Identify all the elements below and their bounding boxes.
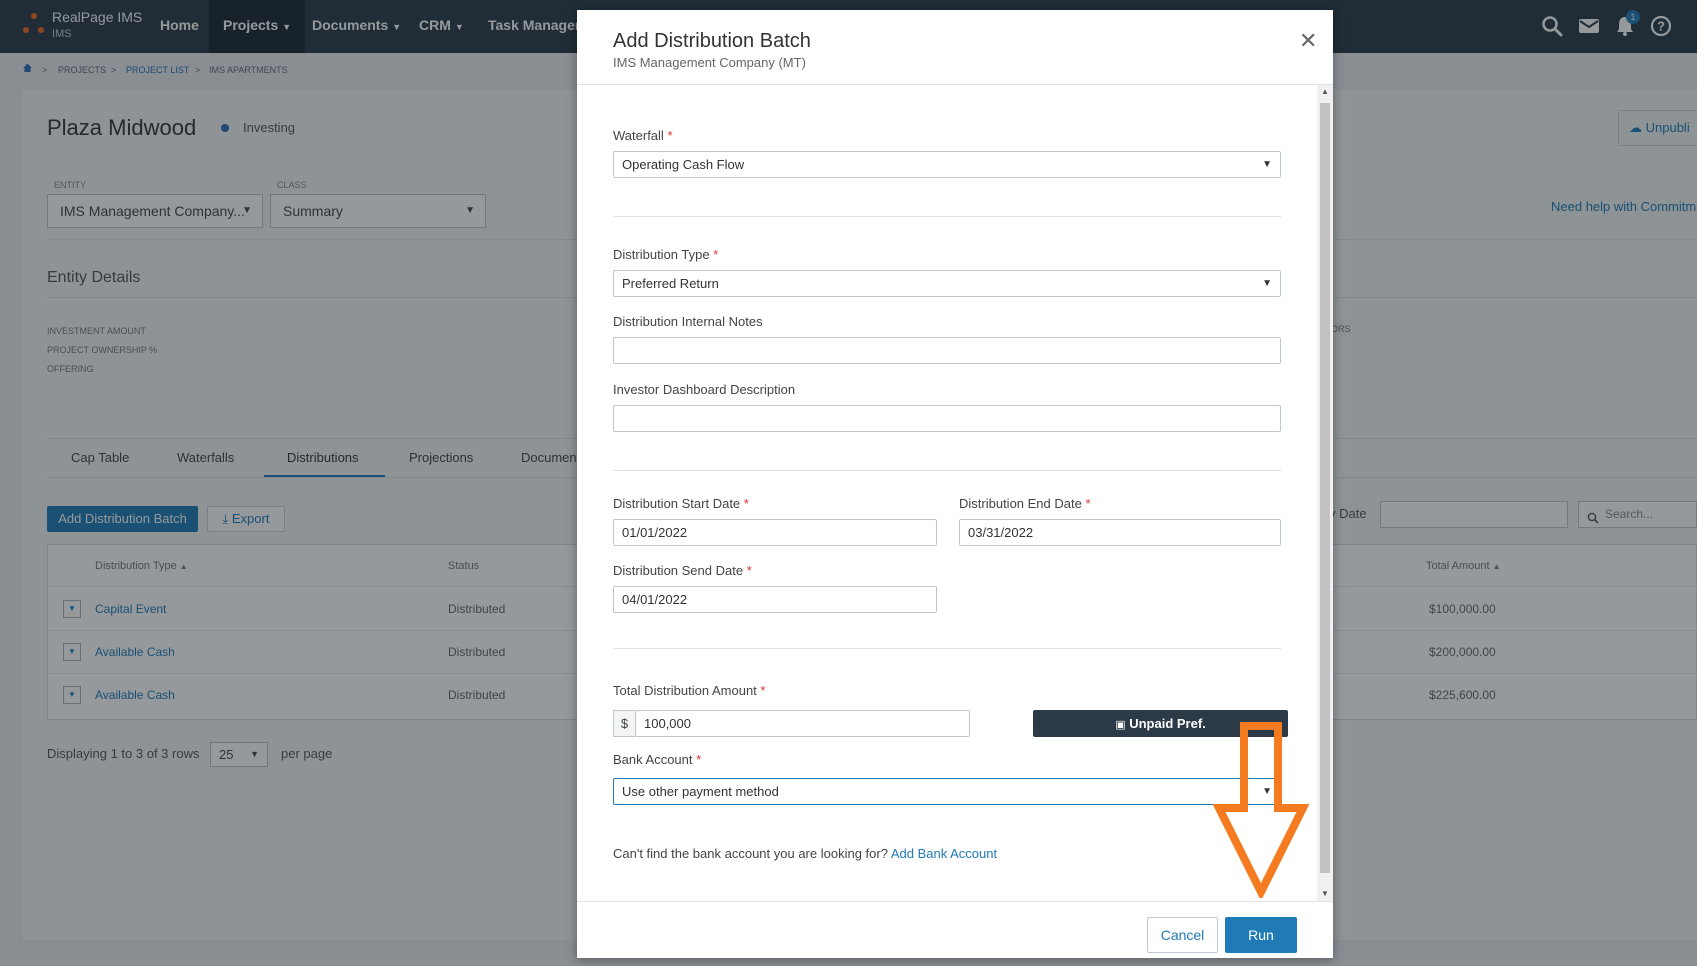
distribution-type-select[interactable]: Preferred Return ▼: [613, 270, 1281, 297]
modal-subtitle: IMS Management Company (MT): [613, 55, 806, 70]
distribution-type-label: Distribution Type *: [613, 247, 718, 262]
close-icon[interactable]: ✕: [1299, 30, 1317, 52]
modal-scrollbar[interactable]: ▲ ▼: [1317, 85, 1333, 901]
total-amount-input[interactable]: 100,000: [635, 710, 970, 737]
investor-description-label: Investor Dashboard Description: [613, 382, 796, 397]
required-mark: *: [696, 752, 702, 767]
waterfall-select[interactable]: Operating Cash Flow ▼: [613, 151, 1281, 178]
end-date-input[interactable]: 03/31/2022: [959, 519, 1281, 546]
internal-notes-label: Distribution Internal Notes: [613, 314, 763, 329]
add-bank-account-link[interactable]: Add Bank Account: [891, 846, 997, 861]
bank-account-help: Can't find the bank account you are look…: [613, 846, 997, 861]
cancel-button[interactable]: Cancel: [1147, 917, 1218, 953]
caret-down-icon: ▼: [1262, 159, 1272, 170]
label-text: Waterfall: [613, 128, 664, 143]
required-mark: *: [667, 128, 673, 143]
end-date-label: Distribution End Date *: [959, 496, 1091, 511]
label-text: Bank Account: [613, 752, 693, 767]
required-mark: *: [760, 683, 766, 698]
waterfall-value: Operating Cash Flow: [622, 157, 745, 172]
scrollbar-thumb[interactable]: [1320, 103, 1330, 873]
annotation-arrow-icon: [1213, 722, 1309, 898]
label-text: Distribution End Date: [959, 496, 1082, 511]
modal-body: Waterfall * Operating Cash Flow ▼ Distrib…: [577, 85, 1317, 901]
distribution-type-value: Preferred Return: [622, 276, 719, 291]
modal-footer-divider: [577, 901, 1333, 902]
send-date-label: Distribution Send Date *: [613, 563, 752, 578]
label-text: Total Distribution Amount: [613, 683, 757, 698]
required-mark: *: [1085, 496, 1091, 511]
label-text: Distribution Start Date: [613, 496, 741, 511]
start-date-input[interactable]: 01/01/2022: [613, 519, 937, 546]
currency-prefix: $: [613, 710, 635, 737]
run-button[interactable]: Run: [1225, 917, 1297, 953]
section-divider: [613, 648, 1281, 649]
required-mark: *: [746, 563, 752, 578]
bank-account-select[interactable]: Use other payment method ▼: [613, 778, 1281, 805]
internal-notes-input[interactable]: [613, 337, 1281, 364]
money-icon: ▣: [1115, 719, 1126, 731]
send-date-input[interactable]: 04/01/2022: [613, 586, 937, 613]
investor-description-input[interactable]: [613, 405, 1281, 432]
caret-down-icon: ▼: [1262, 278, 1272, 289]
bank-account-value: Use other payment method: [622, 784, 779, 799]
label-text: Distribution Type: [613, 247, 710, 262]
required-mark: *: [743, 496, 749, 511]
section-divider: [613, 216, 1281, 217]
modal-title: Add Distribution Batch: [613, 30, 811, 52]
required-mark: *: [713, 247, 719, 262]
label-text: Distribution Send Date: [613, 563, 744, 578]
waterfall-label: Waterfall *: [613, 128, 673, 143]
total-amount-label: Total Distribution Amount *: [613, 683, 765, 698]
bank-help-text: Can't find the bank account you are look…: [613, 846, 888, 861]
scroll-up-icon[interactable]: ▲: [1321, 87, 1329, 96]
scroll-down-icon[interactable]: ▼: [1321, 889, 1329, 898]
unpaid-pref-label: Unpaid Pref.: [1129, 716, 1206, 731]
section-divider: [613, 470, 1281, 471]
start-date-label: Distribution Start Date *: [613, 496, 749, 511]
bank-account-label: Bank Account *: [613, 752, 701, 767]
